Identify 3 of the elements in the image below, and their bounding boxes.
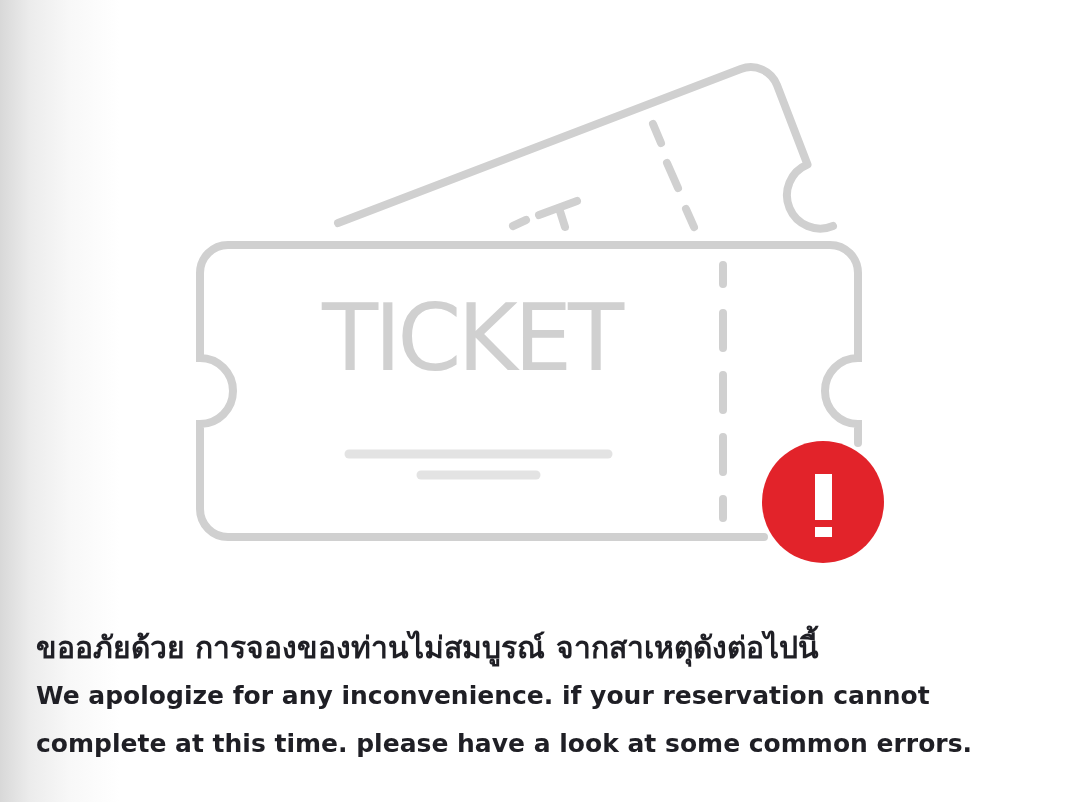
apology-heading: ขออภัยด้วย การจองของท่านไม่สมบูรณ์ จากสาเหตุดังต่อไปนี้ — [36, 624, 819, 672]
apology-message: We apologize for any inconvenience. if your reservation cannot complete at this time. please have a look at some common errors. — [36, 680, 974, 760]
error-icon — [762, 441, 884, 563]
